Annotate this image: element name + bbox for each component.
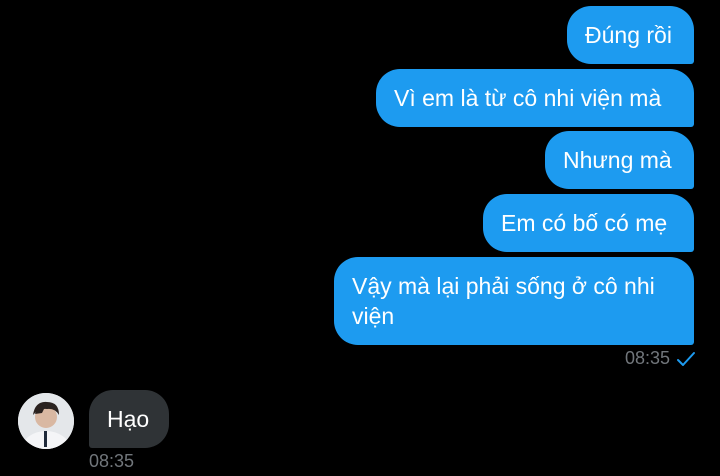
message-timestamp: 08:35 (624, 348, 670, 368)
message-bubble-outgoing[interactable]: Vậy mà lại phải sống ở cô nhi viện (334, 257, 694, 345)
message-bubble-outgoing[interactable]: Em có bố có mẹ (483, 194, 694, 252)
message-timestamp: 08:35 (89, 451, 135, 471)
message-text: Em có bố có mẹ (501, 210, 668, 236)
message-bubble-outgoing[interactable]: Đúng rồi (567, 6, 694, 64)
message-bubble-incoming[interactable]: Hạo (89, 390, 169, 448)
message-text: Vậy mà lại phải sống ở cô nhi viện (352, 273, 655, 329)
message-bubble-outgoing[interactable]: Nhưng mà (545, 131, 694, 189)
avatar[interactable] (18, 393, 74, 449)
message-text: Đúng rồi (585, 22, 672, 48)
message-text: Hạo (107, 405, 150, 432)
message-text: Nhưng mà (563, 147, 672, 173)
message-bubble-outgoing[interactable]: Vì em là từ cô nhi viện mà (376, 69, 694, 127)
message-text: Vì em là từ cô nhi viện mà (394, 85, 662, 111)
check-icon (676, 351, 696, 367)
message-meta-outgoing: 08:35 (625, 348, 696, 369)
